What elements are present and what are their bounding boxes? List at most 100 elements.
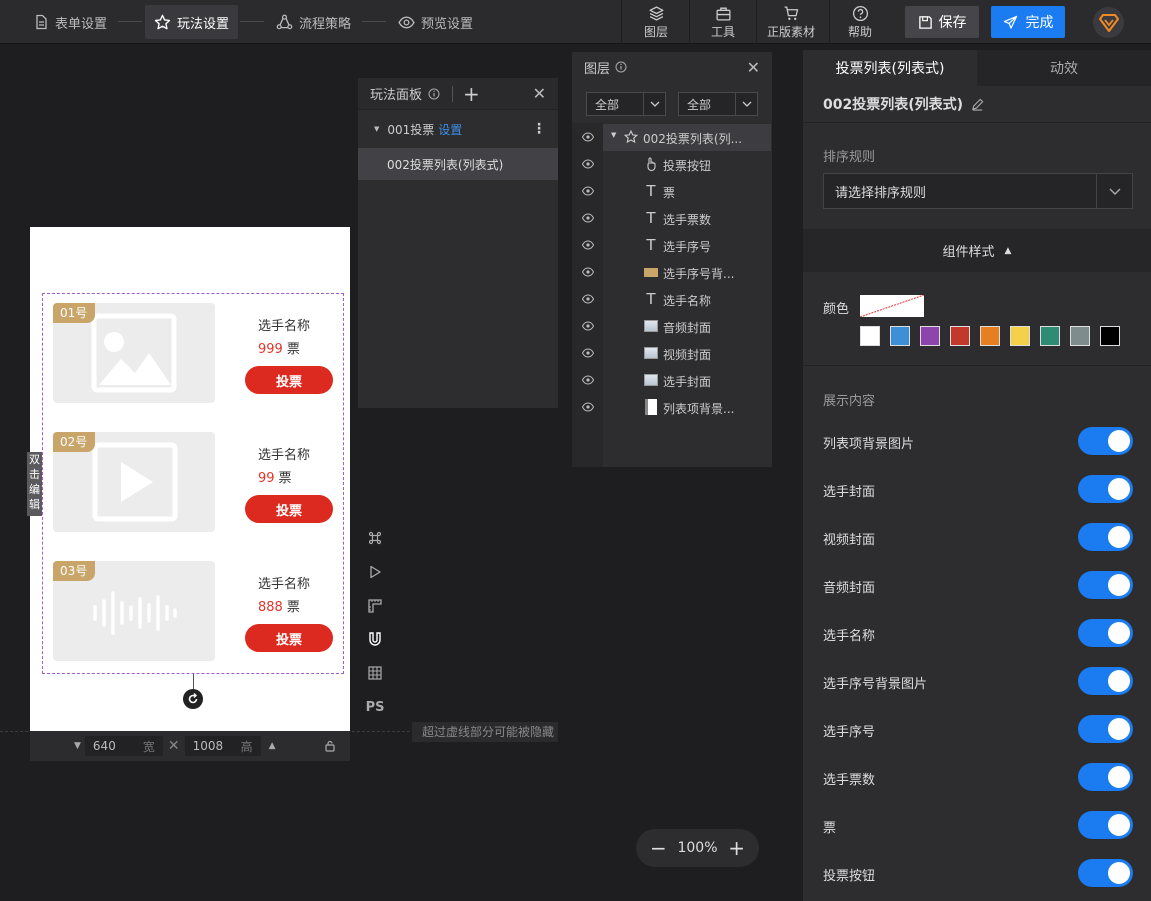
play-item-001[interactable]: ▼ 001投票 设置 ⋮ [358, 110, 558, 148]
play-item-002[interactable]: 002投票列表(列表式) [358, 148, 558, 180]
overflow-hint: 超过虚线部分可能被隐藏 [412, 722, 559, 742]
eye-icon[interactable] [582, 267, 594, 277]
tools-tool-button[interactable]: 工具 [697, 0, 749, 44]
eye-icon[interactable] [582, 213, 594, 223]
color-swatch[interactable] [1100, 326, 1120, 346]
bg-image-icon [644, 399, 658, 415]
layer-row[interactable]: T 票 [572, 178, 770, 205]
layer-row[interactable]: 视频封面 [572, 340, 770, 367]
eye-icon[interactable] [582, 348, 594, 358]
command-icon[interactable] [366, 529, 384, 547]
rotate-icon [188, 693, 198, 704]
toggle-row: 音频封面 [803, 571, 1151, 601]
eye-icon[interactable] [582, 240, 594, 250]
eye-icon[interactable] [582, 159, 594, 169]
top-toolbar: 表单设置 玩法设置 流程策略 预览设置 图层 工具 正版素材 帮助 保存 完成 [0, 0, 1151, 44]
close-icon[interactable]: ✕ [533, 84, 546, 103]
play-icon[interactable] [366, 563, 384, 581]
color-swatch[interactable] [890, 326, 910, 346]
component-selection-box[interactable] [42, 293, 344, 674]
magnet-icon[interactable] [366, 630, 384, 648]
star-icon [154, 14, 171, 29]
color-swatch[interactable] [1040, 326, 1060, 346]
chevron-down-icon [1096, 174, 1132, 208]
layer-row[interactable]: 选手序号背... [572, 259, 770, 286]
grid-icon[interactable] [366, 664, 384, 682]
layer-row[interactable]: T 选手名称 [572, 286, 770, 313]
step-preview-settings[interactable]: 预览设置 [389, 5, 482, 39]
toggle-knob [1108, 718, 1130, 740]
layer-row[interactable]: T 选手票数 [572, 205, 770, 232]
tab-animation[interactable]: 动效 [977, 50, 1151, 86]
step-form-settings[interactable]: 表单设置 [24, 5, 116, 39]
ruler-icon[interactable] [366, 597, 384, 615]
component-style-section-header[interactable]: 组件样式 ▲ [803, 229, 1151, 272]
edit-icon[interactable] [971, 98, 984, 111]
layer-label: 选手封面 [663, 375, 712, 389]
layers-tool-button[interactable]: 图层 [630, 0, 682, 44]
toggle-switch[interactable] [1078, 859, 1133, 887]
lock-icon[interactable] [324, 740, 336, 752]
rotate-handle[interactable] [183, 689, 203, 709]
toggle-row: 列表项背景图片 [803, 427, 1151, 457]
color-swatch[interactable] [1010, 326, 1030, 346]
eye-icon[interactable] [582, 402, 594, 412]
tab-vote-list[interactable]: 投票列表(列表式) [803, 50, 977, 86]
height-input[interactable]: 1008 高 [184, 736, 261, 756]
toggle-switch[interactable] [1078, 427, 1133, 455]
brand-logo[interactable] [1093, 7, 1124, 38]
toggle-switch[interactable] [1078, 715, 1133, 743]
double-click-edit-hint[interactable]: 双击编辑 [27, 452, 42, 516]
toggle-switch[interactable] [1078, 667, 1133, 695]
layer-row[interactable]: 音频封面 [572, 313, 770, 340]
step-connector [362, 21, 386, 22]
step-flow-strategy[interactable]: 流程策略 [267, 5, 360, 39]
layer-row[interactable]: 选手封面 [572, 367, 770, 394]
layer-filter-select-1[interactable]: 全部 [586, 92, 666, 116]
color-swatch[interactable] [1070, 326, 1090, 346]
zoom-out-icon[interactable]: − [650, 836, 667, 860]
info-icon[interactable] [428, 88, 440, 100]
color-swatch[interactable] [950, 326, 970, 346]
step-play-settings[interactable]: 玩法设置 [145, 5, 239, 39]
toggle-switch[interactable] [1078, 571, 1133, 599]
layer-row[interactable]: 列表项背景... [572, 394, 770, 421]
eye-icon[interactable] [582, 132, 594, 142]
layer-row[interactable]: T 选手序号 [572, 232, 770, 259]
toggle-switch[interactable] [1078, 475, 1133, 503]
help-tool-button[interactable]: 帮助 [834, 0, 886, 44]
tool-label: 帮助 [847, 24, 872, 39]
eye-icon[interactable] [582, 321, 594, 331]
eye-icon[interactable] [582, 375, 594, 385]
color-swatch[interactable] [980, 326, 1000, 346]
more-icon[interactable]: ⋮ [532, 121, 546, 137]
eye-icon[interactable] [582, 186, 594, 196]
done-button[interactable]: 完成 [991, 6, 1065, 38]
toggle-label: 选手名称 [823, 629, 876, 644]
caret-down-icon[interactable]: ▼ [74, 741, 81, 751]
toggle-switch[interactable] [1078, 523, 1133, 551]
add-icon[interactable]: + [463, 84, 480, 104]
toggle-switch[interactable] [1078, 763, 1133, 791]
eye-icon[interactable] [582, 294, 594, 304]
caret-up-icon[interactable]: ▲ [269, 741, 276, 751]
close-icon[interactable]: ✕ [747, 58, 760, 77]
play-item-settings-link[interactable]: 设置 [438, 121, 462, 138]
save-button[interactable]: 保存 [905, 6, 979, 38]
ps-import-button[interactable]: PS [366, 698, 385, 716]
layer-row[interactable]: ▼ 002投票列表(列... [572, 124, 771, 151]
caret-down-icon: ▼ [374, 125, 380, 133]
toggle-switch[interactable] [1078, 619, 1133, 647]
info-icon[interactable] [615, 61, 627, 73]
sort-rule-select[interactable]: 请选择排序规则 [823, 173, 1133, 209]
color-picker-none[interactable] [860, 295, 924, 317]
layer-row[interactable]: 投票按钮 [572, 151, 770, 178]
layer-filter-select-2[interactable]: 全部 [678, 92, 758, 116]
color-swatch[interactable] [920, 326, 940, 346]
licensed-assets-tool-button[interactable]: 正版素材 [760, 0, 822, 44]
toggle-switch[interactable] [1078, 811, 1133, 839]
color-swatch[interactable] [860, 326, 880, 346]
width-input[interactable]: 640 宽 [84, 736, 163, 756]
zoom-in-icon[interactable]: + [728, 836, 745, 860]
caret-down-icon[interactable]: ▼ [611, 131, 616, 139]
